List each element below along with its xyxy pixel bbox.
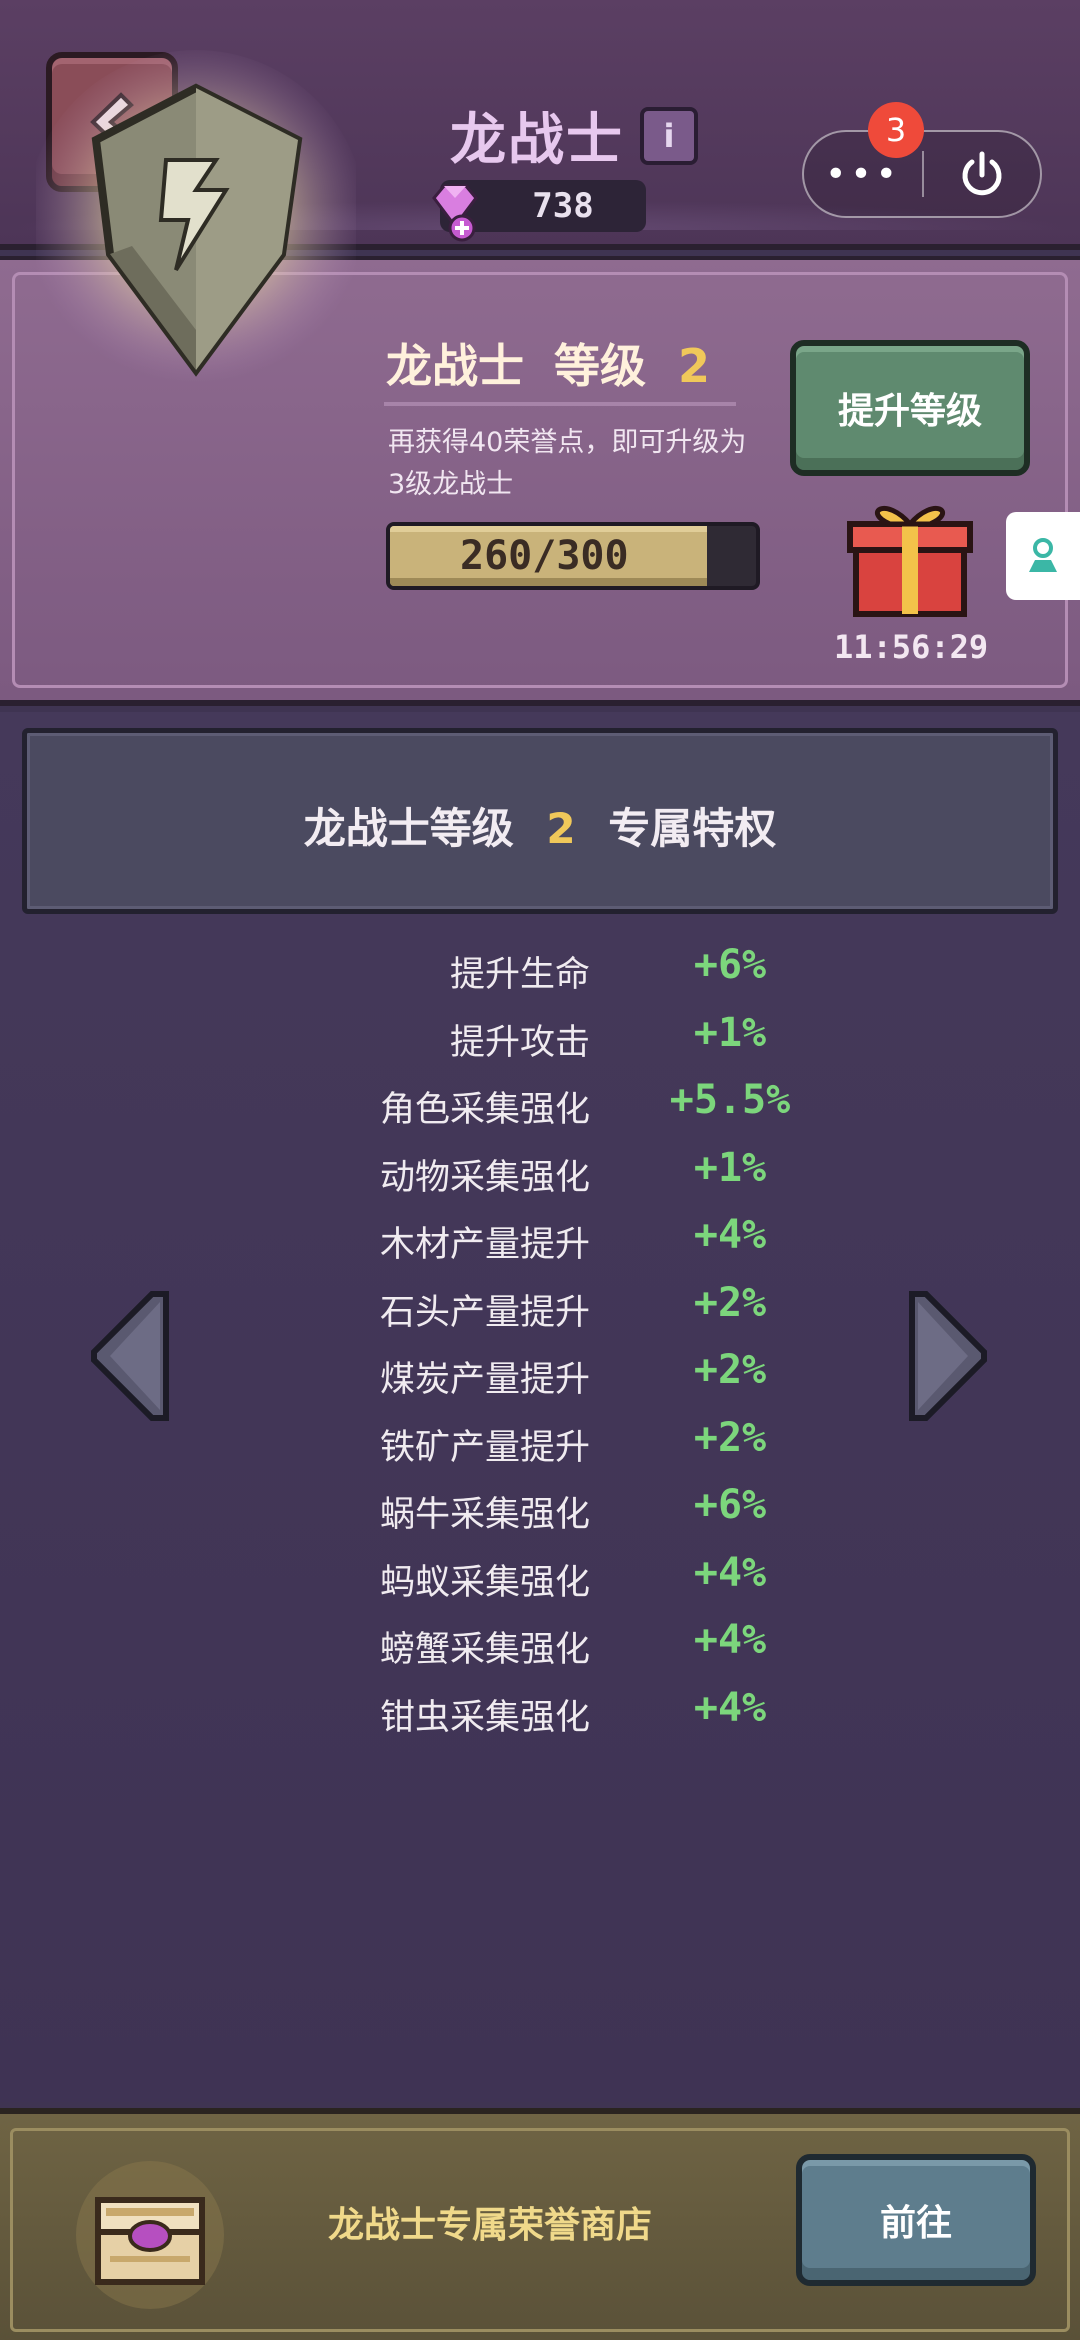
privilege-label: 钳虫采集强化 bbox=[379, 1697, 590, 1738]
privilege-label: 木材产量提升 bbox=[379, 1225, 590, 1265]
privilege-title: 龙战士等级 2 专属特权 bbox=[27, 795, 1053, 856]
privilege-value: +4% bbox=[693, 1549, 767, 1596]
side-float-tab[interactable] bbox=[1006, 512, 1080, 600]
privilege-value: +6% bbox=[693, 1482, 767, 1528]
privilege-value: +4% bbox=[693, 1212, 767, 1258]
privilege-value: +2% bbox=[693, 1347, 767, 1393]
privilege-row: 螃蟹采集强化 +4% bbox=[0, 1615, 1080, 1675]
privilege-label: 蜗牛采集强化 bbox=[379, 1495, 590, 1535]
privilege-value: +2% bbox=[693, 1414, 767, 1461]
level-label: 等级 bbox=[554, 339, 647, 393]
side-tab-icon bbox=[1029, 538, 1057, 572]
chevron-right-icon[interactable] bbox=[908, 1290, 988, 1422]
honor-shop-label: 龙战士专属荣誉商店 bbox=[327, 2205, 652, 2246]
privilege-header: 龙战士等级 2 专属特权 bbox=[22, 728, 1058, 914]
shield-emblem-icon bbox=[36, 50, 356, 390]
privilege-row: 蚂蚁采集强化 +4% bbox=[0, 1548, 1080, 1608]
page-title: 龙战士 bbox=[450, 108, 624, 173]
privilege-title-suffix: 专属特权 bbox=[608, 804, 777, 853]
privilege-label: 提升生命 bbox=[449, 955, 590, 995]
level-divider bbox=[384, 402, 736, 406]
privilege-row: 提升生命 +6% bbox=[0, 940, 1080, 1000]
level-title: 龙战士 等级 2 bbox=[386, 330, 710, 396]
privilege-label: 螃蟹采集强化 bbox=[379, 1630, 590, 1670]
title-group: 龙战士 i bbox=[450, 95, 698, 176]
privilege-value: +4% bbox=[693, 1617, 767, 1663]
go-shop-button[interactable]: 前往 bbox=[796, 2154, 1036, 2286]
chevron-left-icon[interactable] bbox=[90, 1290, 170, 1422]
privilege-title-prefix: 龙战士等级 bbox=[303, 804, 514, 853]
privilege-row: 提升攻击 +1% bbox=[0, 1008, 1080, 1068]
privilege-row: 钳虫采集强化 +4% bbox=[0, 1683, 1080, 1743]
privilege-label: 蚂蚁采集强化 bbox=[379, 1562, 590, 1603]
privilege-value: +6% bbox=[693, 942, 767, 988]
level-description: 再获得40荣誉点，即可升级为3级龙战士 bbox=[388, 427, 747, 500]
privilege-label: 石头产量提升 bbox=[379, 1292, 590, 1333]
privilege-label: 提升攻击 bbox=[449, 1022, 590, 1063]
privilege-value: +1% bbox=[693, 1144, 767, 1191]
level-value: 2 bbox=[678, 339, 711, 393]
privilege-value: +2% bbox=[693, 1279, 767, 1326]
notification-badge: 3 bbox=[868, 102, 924, 158]
privilege-label: 动物采集强化 bbox=[379, 1157, 590, 1198]
privilege-value: +5.5% bbox=[669, 1077, 791, 1123]
privilege-row: 动物采集强化 +1% bbox=[0, 1143, 1080, 1203]
gem-icon[interactable] bbox=[422, 178, 488, 244]
more-icon[interactable]: ••• bbox=[804, 154, 922, 195]
privilege-title-level: 2 bbox=[546, 804, 576, 853]
gift-timer: 11:56:29 bbox=[834, 628, 989, 666]
gift-icon[interactable] bbox=[846, 492, 974, 618]
privilege-label: 煤炭产量提升 bbox=[379, 1360, 590, 1400]
privilege-row: 蜗牛采集强化 +6% bbox=[0, 1480, 1080, 1540]
privilege-row: 木材产量提升 +4% bbox=[0, 1210, 1080, 1270]
power-button[interactable] bbox=[924, 149, 1040, 199]
power-icon bbox=[962, 151, 1002, 196]
level-progress-bar: 260/300 bbox=[386, 522, 760, 590]
privilege-row: 角色采集强化 +5.5% bbox=[0, 1075, 1080, 1135]
privilege-label: 角色采集强化 bbox=[379, 1090, 590, 1130]
level-name: 龙战士 bbox=[386, 339, 524, 393]
progress-text: 260/300 bbox=[460, 533, 629, 579]
privilege-value: +4% bbox=[693, 1684, 767, 1731]
privilege-value: +1% bbox=[693, 1009, 767, 1056]
mini-program-capsule: ••• bbox=[802, 130, 1042, 218]
chest-icon[interactable] bbox=[70, 2160, 230, 2310]
info-icon[interactable]: i bbox=[640, 106, 698, 165]
privilege-label: 铁矿产量提升 bbox=[379, 1427, 590, 1468]
gem-count: 738 bbox=[532, 186, 594, 226]
upgrade-level-button[interactable]: 提升等级 bbox=[790, 340, 1030, 476]
